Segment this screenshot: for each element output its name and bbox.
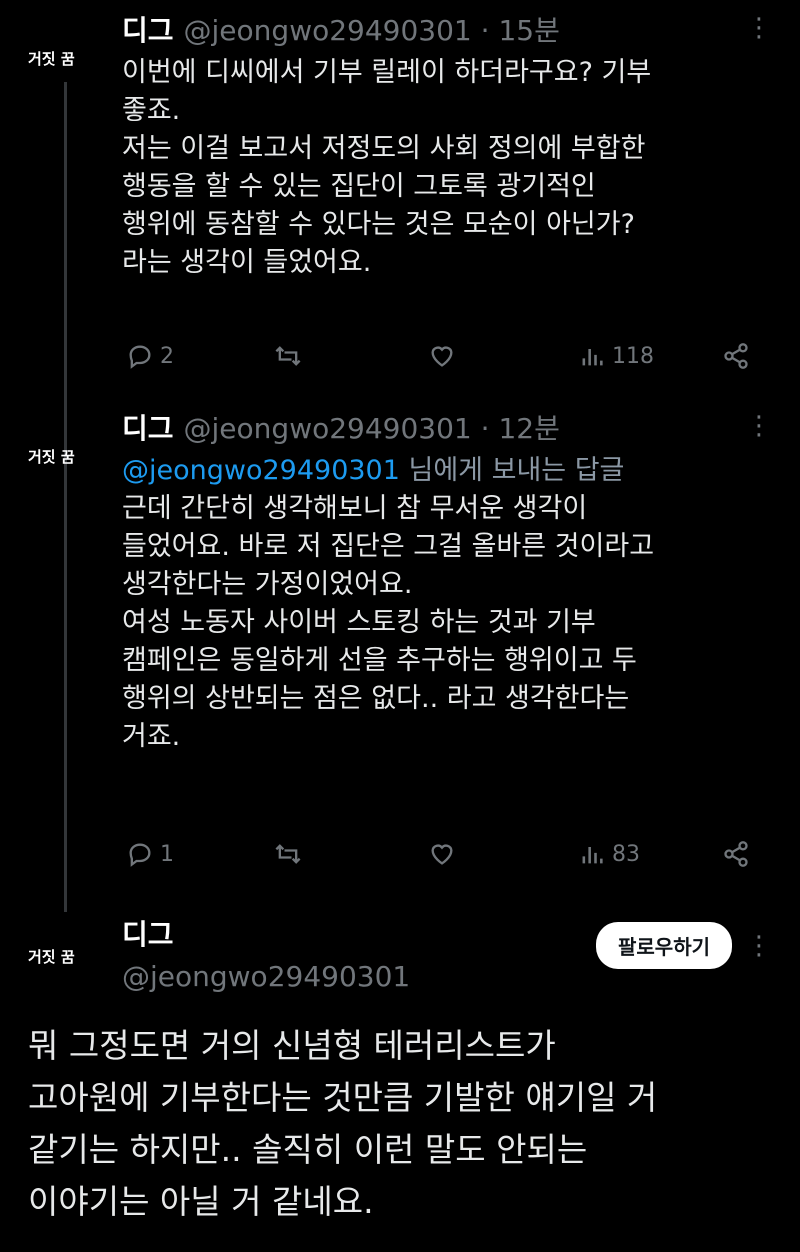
tweet-line: 행동을 할 수 있는 집단이 그토록 광기적인 [122, 171, 596, 202]
timestamp[interactable]: 12분 [498, 412, 559, 445]
heart-icon [431, 844, 453, 865]
heart-icon [431, 346, 453, 367]
reply-button[interactable]: 1 [126, 840, 174, 868]
tweet-line: 여성 노동자 사이버 스토킹 하는 것과 기부 [122, 607, 596, 638]
tweet-line: 좋죠. [122, 95, 181, 126]
tweet-header: 디그 @jeongwo29490301 · 12분 [122, 412, 770, 446]
tweet-line: 캠페인은 동일하게 선을 추구하는 행위이고 두 [122, 645, 637, 676]
tweet-line: 들었어요. 바로 저 집단은 그걸 올바른 것이라고 [122, 531, 655, 562]
share-button[interactable] [722, 840, 750, 868]
timestamp[interactable]: 15분 [498, 14, 559, 47]
reply-to-suffix: 님에게 보내는 답글 [399, 455, 625, 486]
follow-button[interactable]: 팔로우하기 [596, 922, 732, 969]
views-icon [582, 847, 603, 864]
tweet-line: 뭐 그정도면 거의 신념형 테러리스트가 [28, 1026, 556, 1065]
user-handle[interactable]: @jeongwo29490301 [184, 14, 472, 47]
display-name[interactable]: 디그 [122, 412, 174, 445]
separator-dot: · [480, 412, 490, 445]
share-button[interactable] [722, 342, 750, 370]
more-icon[interactable]: ⋮ [746, 14, 772, 42]
tweet-line: 같기는 하지만.. 솔직히 이런 말도 안되는 [28, 1130, 588, 1169]
reply-to-line: @jeongwo29490301 님에게 보내는 답글 [122, 452, 770, 490]
reply-count: 2 [160, 343, 174, 369]
tweet-actions: 2 118 [122, 342, 770, 378]
share-icon [724, 343, 748, 369]
share-icon [724, 841, 748, 867]
views-count: 83 [612, 841, 640, 867]
views-button[interactable]: 118 [578, 342, 654, 370]
retweet-icon [275, 346, 301, 366]
tweet[interactable]: 디그 @jeongwo29490301 · 15분 ⋮ 이번에 디씨에서 기부 릴… [122, 14, 772, 394]
views-count: 118 [612, 343, 654, 369]
retweet-button[interactable] [274, 840, 302, 868]
reply-button[interactable]: 2 [126, 342, 174, 370]
tweet-line: 근데 간단히 생각해보니 참 무서운 생각이 [122, 493, 588, 524]
tweet-header: 디그 @jeongwo29490301 · 15분 [122, 14, 770, 48]
reply-icon [129, 345, 151, 369]
tweet-line: 이야기는 아닐 거 같네요. [28, 1182, 374, 1221]
avatar[interactable]: 거짓 꿈 [28, 946, 104, 967]
separator-dot: · [480, 14, 490, 47]
tweet-line: 생각한다는 가정이었어요. [122, 569, 413, 600]
reply-count: 1 [160, 841, 174, 867]
retweet-icon [275, 844, 301, 864]
tweet-actions: 1 83 [122, 840, 770, 876]
tweet-text: 이번에 디씨에서 기부 릴레이 하더라구요? 기부 좋죠. 저는 이걸 보고서 … [122, 54, 770, 282]
tweet-line: 이번에 디씨에서 기부 릴레이 하더라구요? 기부 [122, 57, 652, 88]
avatar[interactable]: 거짓 꿈 [28, 48, 104, 69]
like-button[interactable] [428, 840, 456, 868]
tweet-line: 저는 이걸 보고서 저정도의 사회 정의에 부합한 [122, 133, 646, 164]
tweet-line: 행위에 동참할 수 있다는 것은 모순이 아닌가? [122, 209, 635, 240]
tweet-line: 라는 생각이 들었어요. [122, 247, 372, 278]
tweet-text: 뭐 그정도면 거의 신념형 테러리스트가 고아원에 기부한다는 것만큼 기발한 … [28, 1020, 770, 1228]
reply-icon [129, 843, 151, 867]
avatar[interactable]: 거짓 꿈 [28, 446, 104, 467]
tweet[interactable]: 디그 @jeongwo29490301 · 12분 ⋮ @jeongwo29490… [122, 412, 772, 882]
like-button[interactable] [428, 342, 456, 370]
display-name[interactable]: 디그 [122, 14, 174, 47]
retweet-button[interactable] [274, 342, 302, 370]
tweet-line: 고아원에 기부한다는 것만큼 기발한 얘기일 거 [28, 1078, 658, 1117]
more-icon[interactable]: ⋮ [746, 412, 772, 440]
tweet-text: @jeongwo29490301 님에게 보내는 답글 근데 간단히 생각해보니… [122, 452, 770, 756]
views-button[interactable]: 83 [578, 840, 640, 868]
reply-to-mention[interactable]: @jeongwo29490301 [122, 455, 400, 486]
tweet-line: 행위의 상반되는 점은 없다.. 라고 생각한다는 [122, 683, 630, 714]
tweet-line: 거죠. [122, 721, 181, 752]
more-icon[interactable]: ⋮ [746, 932, 772, 960]
views-icon [582, 349, 603, 366]
thread-connector [64, 82, 67, 912]
user-handle[interactable]: @jeongwo29490301 [184, 412, 472, 445]
